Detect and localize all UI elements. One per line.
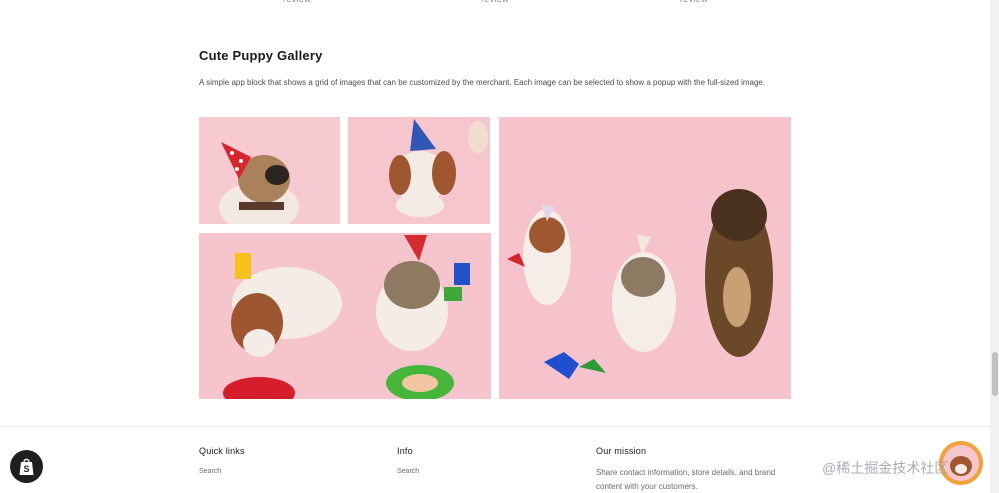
footer-link-search[interactable]: Search: [397, 468, 419, 475]
footer-info: Info Search: [397, 446, 419, 475]
shopify-bag-icon[interactable]: S: [10, 450, 43, 483]
gallery-image-spaniel[interactable]: [348, 117, 490, 224]
footer-mission: Our mission Share contact information, s…: [596, 446, 786, 493]
gallery-image-three-dogs[interactable]: [499, 117, 791, 399]
gallery-image-bulldog[interactable]: [199, 117, 340, 224]
gallery-section: Cute Puppy Gallery A simple app block th…: [199, 48, 799, 90]
footer-quick-links: Quick links Search: [199, 446, 245, 475]
review-label: review: [283, 0, 311, 4]
gallery-description: A simple app block that shows a grid of …: [199, 78, 766, 87]
footer-mission-text: Share contact information, store details…: [596, 468, 776, 491]
gallery-title: Cute Puppy Gallery: [199, 48, 323, 63]
review-label: review: [680, 0, 708, 4]
footer-heading: Info: [397, 446, 413, 456]
footer-divider: [0, 426, 990, 427]
gallery-image-spaniel-bulldog[interactable]: [199, 233, 491, 399]
footer-heading: Our mission: [596, 446, 647, 456]
previous-section-strip: review review review: [0, 0, 990, 6]
review-label: review: [481, 0, 509, 4]
watermark-text: @稀土掘金技术社区: [822, 460, 949, 476]
footer-link-search[interactable]: Search: [199, 468, 245, 475]
page-scrollbar[interactable]: [990, 0, 999, 493]
scrollbar-thumb[interactable]: [992, 352, 998, 396]
svg-text:S: S: [23, 464, 29, 474]
footer-heading: Quick links: [199, 446, 245, 456]
